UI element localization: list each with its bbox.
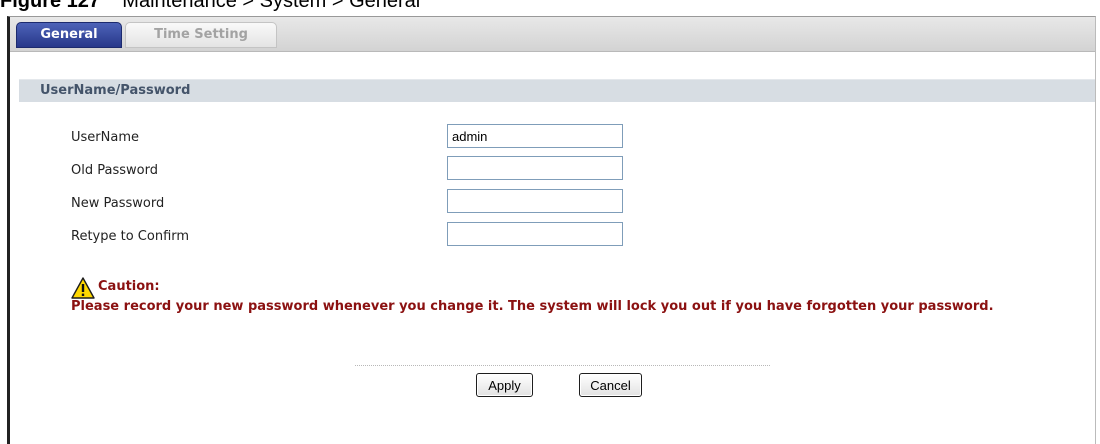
username-label: UserName [71, 130, 139, 145]
warning-icon [71, 277, 95, 299]
tab-general[interactable]: General [16, 22, 122, 48]
old-password-input[interactable] [447, 156, 623, 180]
section-header-username-password: UserName/Password [19, 79, 1095, 102]
tab-time-setting[interactable]: Time Setting [125, 22, 277, 48]
figure-caption: Figure 127 Maintenance > System > Genera… [0, 0, 420, 12]
caution-title: Caution: [98, 279, 160, 294]
caption-separator [106, 0, 117, 12]
figure-label: Figure 127 [0, 0, 101, 12]
figure-path: Maintenance > System > General [122, 0, 421, 12]
cancel-button[interactable]: Cancel [579, 373, 642, 397]
retype-password-label: Retype to Confirm [71, 229, 190, 244]
section-title: UserName/Password [40, 83, 191, 98]
caution-message: Please record your new password whenever… [71, 299, 994, 314]
new-password-label: New Password [71, 196, 165, 211]
general-settings-panel: General Time Setting UserName/Password U… [7, 16, 1096, 444]
button-divider [355, 365, 770, 366]
tab-bar: General Time Setting [10, 17, 1095, 52]
new-password-input[interactable] [447, 189, 623, 213]
username-input[interactable] [447, 124, 623, 148]
retype-password-input[interactable] [447, 222, 623, 246]
apply-button[interactable]: Apply [476, 373, 533, 397]
old-password-label: Old Password [71, 163, 158, 178]
